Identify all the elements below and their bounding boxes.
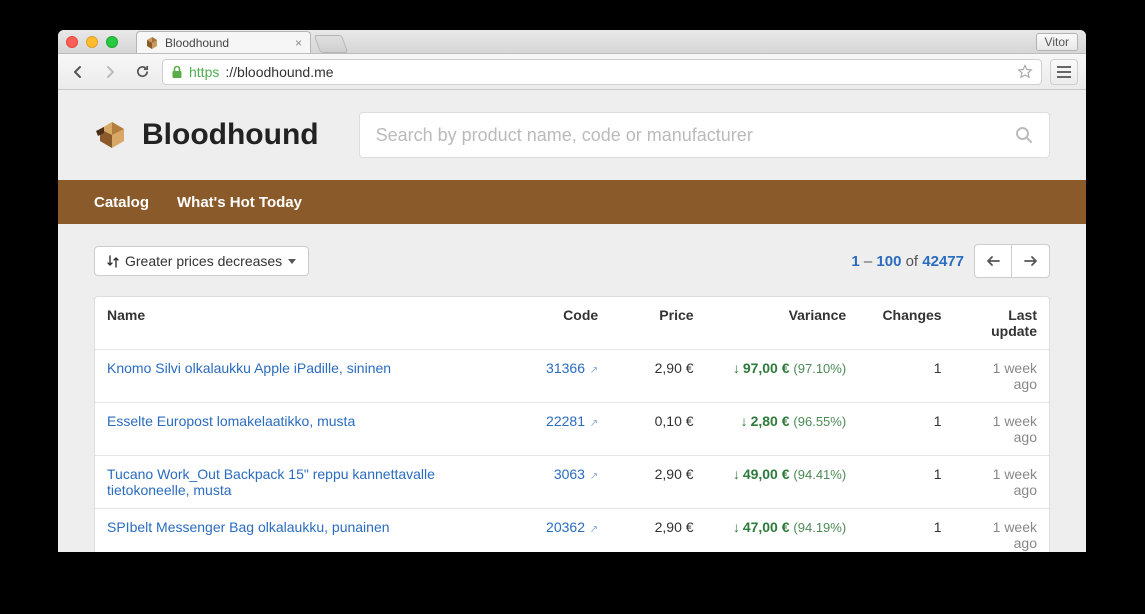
nav-catalog[interactable]: Catalog: [94, 194, 149, 211]
address-bar[interactable]: https ://bloodhound.me: [162, 59, 1042, 85]
back-button[interactable]: [66, 60, 90, 84]
updated-cell: 1 week ago: [954, 403, 1049, 456]
product-name-link[interactable]: Knomo Silvi olkalaukku Apple iPadille, s…: [107, 360, 391, 376]
total-count: 42477: [922, 253, 964, 270]
changes-cell: 1: [858, 456, 953, 509]
range-from: 1: [851, 253, 859, 270]
price-cell: 2,90 €: [610, 456, 705, 509]
forward-button[interactable]: [98, 60, 122, 84]
arrow-down-icon: ↓: [733, 519, 740, 535]
minimize-window-button[interactable]: [86, 36, 98, 48]
product-name-link[interactable]: Tucano Work_Out Backpack 15" reppu kanne…: [107, 466, 435, 498]
price-cell: 0,10 €: [610, 403, 705, 456]
lock-icon: [171, 65, 183, 79]
product-code-link[interactable]: 3063 ↗: [554, 466, 598, 482]
col-code: Code: [515, 297, 610, 350]
sort-icon: [107, 255, 119, 268]
range-to: 100: [876, 253, 901, 270]
main-nav: Catalog What's Hot Today: [58, 180, 1086, 224]
brand[interactable]: Bloodhound: [94, 117, 319, 153]
col-price: Price: [610, 297, 705, 350]
search-icon[interactable]: [1015, 126, 1033, 144]
tab-strip: Bloodhound ×: [136, 30, 345, 53]
product-table: Name Code Price Variance Changes Last up…: [94, 296, 1050, 552]
updated-cell: 1 week ago: [954, 350, 1049, 403]
search-box[interactable]: [359, 112, 1050, 158]
product-code-link[interactable]: 22281 ↗: [546, 413, 598, 429]
of-word: of: [906, 253, 919, 270]
content-area: Greater prices decreases 1 – 100 of 4247…: [58, 224, 1086, 552]
tab-title: Bloodhound: [165, 36, 229, 50]
nav-whats-hot[interactable]: What's Hot Today: [177, 194, 302, 211]
external-link-icon: ↗: [587, 471, 598, 482]
col-updated: Last update: [954, 297, 1049, 350]
changes-cell: 1: [858, 509, 953, 552]
pagination-info: 1 – 100 of 42477: [851, 253, 964, 270]
product-name-link[interactable]: SPIbelt Messenger Bag olkalaukku, punain…: [107, 519, 390, 535]
price-cell: 2,90 €: [610, 350, 705, 403]
reload-button[interactable]: [130, 60, 154, 84]
variance-cell: ↓97,00 € (97.10%): [706, 350, 859, 403]
table-row: SPIbelt Messenger Bag olkalaukku, punain…: [95, 509, 1049, 552]
browser-tab[interactable]: Bloodhound ×: [136, 31, 311, 53]
brand-logo-icon: [94, 117, 130, 153]
browser-menu-button[interactable]: [1050, 59, 1078, 85]
arrow-down-icon: ↓: [733, 360, 740, 376]
changes-cell: 1: [858, 403, 953, 456]
caret-down-icon: [288, 259, 296, 264]
external-link-icon: ↗: [587, 524, 598, 535]
browser-window: Bloodhound × Vitor https ://bloodhound.me: [58, 30, 1086, 552]
updated-cell: 1 week ago: [954, 456, 1049, 509]
updated-cell: 1 week ago: [954, 509, 1049, 552]
search-input[interactable]: [376, 125, 1015, 146]
maximize-window-button[interactable]: [106, 36, 118, 48]
new-tab-button[interactable]: [314, 35, 349, 53]
profile-button[interactable]: Vitor: [1036, 33, 1078, 51]
table-header-row: Name Code Price Variance Changes Last up…: [95, 297, 1049, 350]
arrow-down-icon: ↓: [733, 466, 740, 482]
bookmark-star-icon[interactable]: [1017, 64, 1033, 80]
product-code-link[interactable]: 20362 ↗: [546, 519, 598, 535]
list-toolbar: Greater prices decreases 1 – 100 of 4247…: [94, 244, 1050, 278]
changes-cell: 1: [858, 350, 953, 403]
site-header: Bloodhound: [58, 90, 1086, 180]
sort-label: Greater prices decreases: [125, 253, 282, 269]
product-code-link[interactable]: 31366 ↗: [546, 360, 598, 376]
table-row: Tucano Work_Out Backpack 15" reppu kanne…: [95, 456, 1049, 509]
external-link-icon: ↗: [587, 365, 598, 376]
url-host: ://bloodhound.me: [225, 64, 333, 80]
external-link-icon: ↗: [587, 418, 598, 429]
variance-cell: ↓2,80 € (96.55%): [706, 403, 859, 456]
tab-favicon: [145, 36, 159, 50]
arrow-down-icon: ↓: [741, 413, 748, 429]
browser-toolbar: https ://bloodhound.me: [58, 54, 1086, 90]
col-changes: Changes: [858, 297, 953, 350]
table-row: Esselte Europost lomakelaatikko, musta 22…: [95, 403, 1049, 456]
prev-page-button[interactable]: [974, 244, 1012, 278]
close-window-button[interactable]: [66, 36, 78, 48]
tab-close-icon[interactable]: ×: [295, 37, 302, 49]
variance-cell: ↓47,00 € (94.19%): [706, 509, 859, 552]
window-controls: [66, 36, 118, 48]
url-scheme: https: [189, 64, 219, 80]
col-variance: Variance: [706, 297, 859, 350]
sort-dropdown[interactable]: Greater prices decreases: [94, 246, 309, 276]
table-row: Knomo Silvi olkalaukku Apple iPadille, s…: [95, 350, 1049, 403]
window-titlebar: Bloodhound × Vitor: [58, 30, 1086, 54]
product-name-link[interactable]: Esselte Europost lomakelaatikko, musta: [107, 413, 355, 429]
variance-cell: ↓49,00 € (94.41%): [706, 456, 859, 509]
page-content: Bloodhound Catalog What's Hot Today Grea…: [58, 90, 1086, 552]
col-name: Name: [95, 297, 515, 350]
pagination-buttons: [974, 244, 1050, 278]
brand-name: Bloodhound: [142, 118, 319, 152]
next-page-button[interactable]: [1012, 244, 1050, 278]
price-cell: 2,90 €: [610, 509, 705, 552]
